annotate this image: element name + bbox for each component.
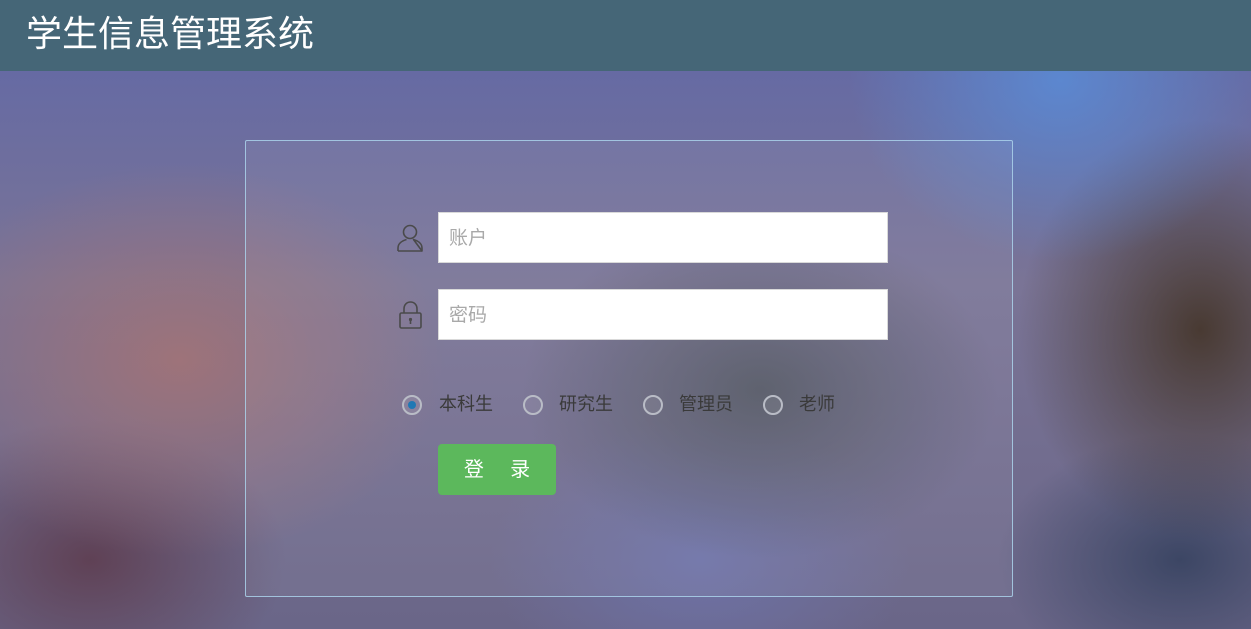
role-radio-undergraduate[interactable] — [402, 395, 422, 415]
app-header: 学生信息管理系统 — [0, 0, 1251, 71]
role-label-admin: 管理员 — [679, 394, 733, 415]
login-button[interactable]: 登 录 — [438, 444, 556, 495]
role-label-teacher: 老师 — [799, 394, 835, 415]
account-input[interactable] — [438, 212, 888, 263]
password-input[interactable] — [438, 289, 888, 340]
role-radio-admin[interactable] — [643, 395, 663, 415]
role-label-undergraduate: 本科生 — [439, 394, 493, 415]
lock-icon — [399, 301, 422, 329]
user-icon — [397, 224, 423, 252]
role-label-graduate: 研究生 — [559, 394, 613, 415]
role-radio-graduate[interactable] — [523, 395, 543, 415]
login-panel — [245, 140, 1013, 597]
login-page: 学生信息管理系统 本科生 研究生 管理员 老师 登 录 — [0, 0, 1251, 629]
app-title: 学生信息管理系统 — [26, 14, 315, 55]
role-radio-teacher[interactable] — [763, 395, 783, 415]
